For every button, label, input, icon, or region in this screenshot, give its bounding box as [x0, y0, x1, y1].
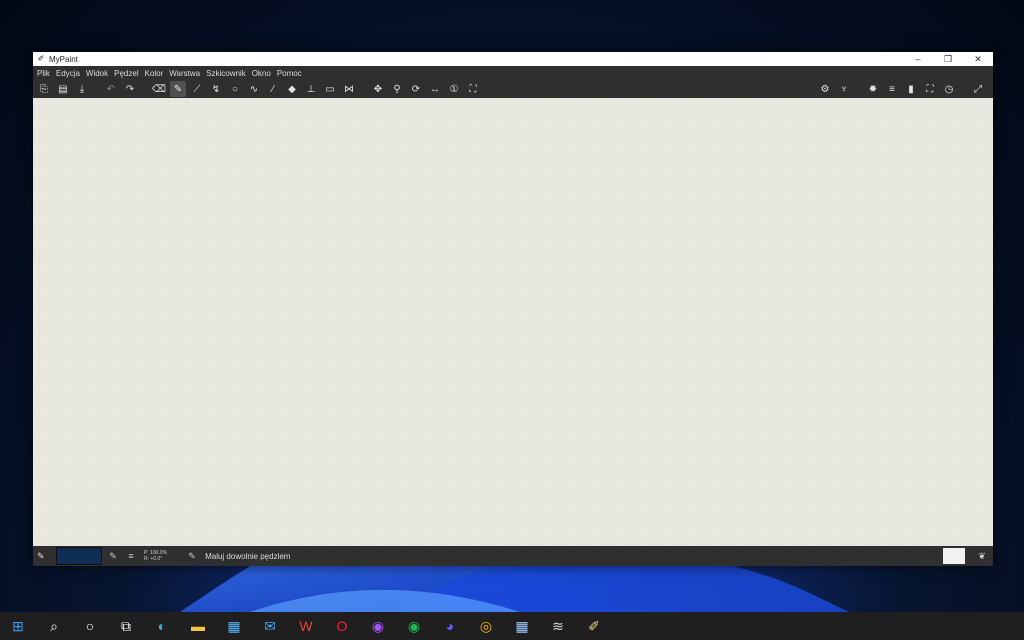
status-right-group: ❦ — [943, 548, 989, 564]
windows-taskbar: ⊞ ⌕ ○ ⧉ ◐ ▬ ▦ ✉ W O ◉ ◉ ◕ ◎ ▦ ≋ ✐ — [0, 612, 1024, 640]
toolbar-left-group: ⎘ ▤ ⤓ ↶ ↷ ⌫ ✎ ⟋ ↯ ○ ∿ ⁄ ◆ ⊥ ▭ ⋈ ✥ ⚲ ⟳ ↔ ① ⛶ — [36, 81, 484, 97]
window-title: MyPaint — [49, 54, 78, 64]
store-icon[interactable]: ▦ — [216, 612, 252, 640]
freehand-status-icon: ✎ — [188, 550, 196, 561]
undo-icon[interactable]: ↶ — [103, 81, 119, 97]
lines-curves-icon[interactable]: ∿ — [246, 81, 262, 97]
view-readout: P: 100.0% R: +0.0° — [144, 550, 167, 562]
title-bar: ✐ MyPaint – ❐ ✕ — [33, 52, 993, 66]
menu-item-5[interactable]: Warstwa — [168, 69, 205, 78]
scanner-icon[interactable]: ≋ — [540, 612, 576, 640]
drawing-canvas[interactable] — [33, 98, 993, 546]
color-picker-icon[interactable]: ⁄ — [265, 81, 281, 97]
brush-preview[interactable] — [943, 548, 965, 564]
menu-item-3[interactable]: Pędzel — [113, 69, 143, 78]
brushes-icon[interactable]: ♆ — [836, 81, 852, 97]
zoom-view-icon[interactable]: ⚲ — [389, 81, 405, 97]
frame-icon[interactable]: ▭ — [322, 81, 338, 97]
status-bar: ✎ ✎ ≡ P: 100.0% R: +0.0° ✎ Maluj dowolni… — [33, 546, 993, 566]
menu-item-2[interactable]: Widok — [85, 69, 113, 78]
freehand-brush-icon[interactable]: ✎ — [170, 81, 186, 97]
scratchpad-icon[interactable]: ▮ — [903, 81, 919, 97]
wps-icon[interactable]: W — [288, 612, 324, 640]
symmetry-icon[interactable]: ⊥ — [303, 81, 319, 97]
menu-item-7[interactable]: Okno — [251, 69, 276, 78]
settings-gear-icon[interactable]: ✹ — [865, 81, 881, 97]
menu-bar: Plik Edycja Widok Pędzel Kolor Warstwa Szkicow… — [33, 66, 993, 80]
menu-lines-icon[interactable]: ≡ — [884, 81, 900, 97]
zoom-one-icon[interactable]: ① — [446, 81, 462, 97]
toolbar-right-group: ⚙ ♆ ✹ ≡ ▮ ⛶ ◷ ⤢ — [817, 81, 989, 97]
ellipse-icon[interactable]: ○ — [227, 81, 243, 97]
rotation-readout: R: +0.0° — [144, 556, 163, 562]
current-color-swatch[interactable] — [56, 547, 102, 565]
opera-icon[interactable]: O — [324, 612, 360, 640]
save-document-icon[interactable]: ⤓ — [74, 81, 90, 97]
main-toolbar: ⎘ ▤ ⤓ ↶ ↷ ⌫ ✎ ⟋ ↯ ○ ∿ ⁄ ◆ ⊥ ▭ ⋈ ✥ ⚲ ⟳ ↔ ① ⛶ ⚙ ♆ ✹ ≡ ▮ ⛶ ◷ ⤢ — [33, 80, 993, 98]
cortana-icon[interactable]: ○ — [72, 612, 108, 640]
calculator-icon[interactable]: ▦ — [504, 612, 540, 640]
clock-icon[interactable]: ◷ — [941, 81, 957, 97]
windows-start-icon[interactable]: ⊞ — [0, 612, 36, 640]
current-brush-icon[interactable]: ✎ — [37, 551, 51, 562]
task-view-icon[interactable]: ⧉ — [108, 612, 144, 640]
spotify-icon[interactable]: ◉ — [396, 612, 432, 640]
fill-icon[interactable]: ◆ — [284, 81, 300, 97]
lasso-icon[interactable]: ↯ — [208, 81, 224, 97]
restore-button[interactable]: ❐ — [933, 54, 963, 65]
search-icon[interactable]: ⌕ — [36, 612, 72, 640]
discord-icon[interactable]: ◕ — [432, 612, 468, 640]
brush-edit-icon[interactable]: ✎ — [106, 551, 120, 562]
mail-icon[interactable]: ✉ — [252, 612, 288, 640]
status-message: Maluj dowolnie pędzlem — [205, 551, 291, 561]
fullscreen-icon[interactable]: ⛶ — [922, 81, 938, 97]
file-explorer-icon[interactable]: ▬ — [180, 612, 216, 640]
mypaint-window: ✐ MyPaint – ❐ ✕ Plik Edycja Widok Pędzel Kol… — [33, 52, 993, 566]
rotate-view-icon[interactable]: ⟳ — [408, 81, 424, 97]
inking-icon[interactable]: ⟋ — [189, 81, 205, 97]
menu-item-0[interactable]: Plik — [36, 69, 55, 78]
pan-view-icon[interactable]: ✥ — [370, 81, 386, 97]
butterfly-icon[interactable]: ⋈ — [341, 81, 357, 97]
messenger-icon[interactable]: ◉ — [360, 612, 396, 640]
mypaint-icon[interactable]: ✐ — [576, 612, 612, 640]
edge-icon[interactable]: ◐ — [144, 612, 180, 640]
menu-item-8[interactable]: Pomoc — [276, 69, 307, 78]
toolbar-spacer — [855, 81, 865, 97]
close-button[interactable]: ✕ — [963, 54, 993, 65]
open-document-icon[interactable]: ▤ — [55, 81, 71, 97]
chrome-icon[interactable]: ◎ — [468, 612, 504, 640]
input-device-icon[interactable]: ❦ — [975, 551, 989, 562]
redo-icon[interactable]: ↷ — [122, 81, 138, 97]
menu-item-1[interactable]: Edycja — [55, 69, 85, 78]
brush-settings-icon[interactable]: ⚙ — [817, 81, 833, 97]
minimize-button[interactable]: – — [903, 54, 933, 64]
eraser-icon[interactable]: ⌫ — [151, 81, 167, 97]
fit-view-icon[interactable]: ⛶ — [465, 81, 481, 97]
new-document-icon[interactable]: ⎘ — [36, 81, 52, 97]
mypaint-app-icon: ✐ — [37, 54, 45, 63]
menu-item-4[interactable]: Kolor — [144, 69, 169, 78]
fit-width-icon[interactable]: ↔ — [427, 81, 443, 97]
layer-mode-icon[interactable]: ≡ — [124, 551, 138, 561]
expand-icon[interactable]: ⤢ — [970, 81, 986, 97]
toolbar-spacer — [960, 81, 970, 97]
menu-item-6[interactable]: Szkicownik — [205, 69, 251, 78]
